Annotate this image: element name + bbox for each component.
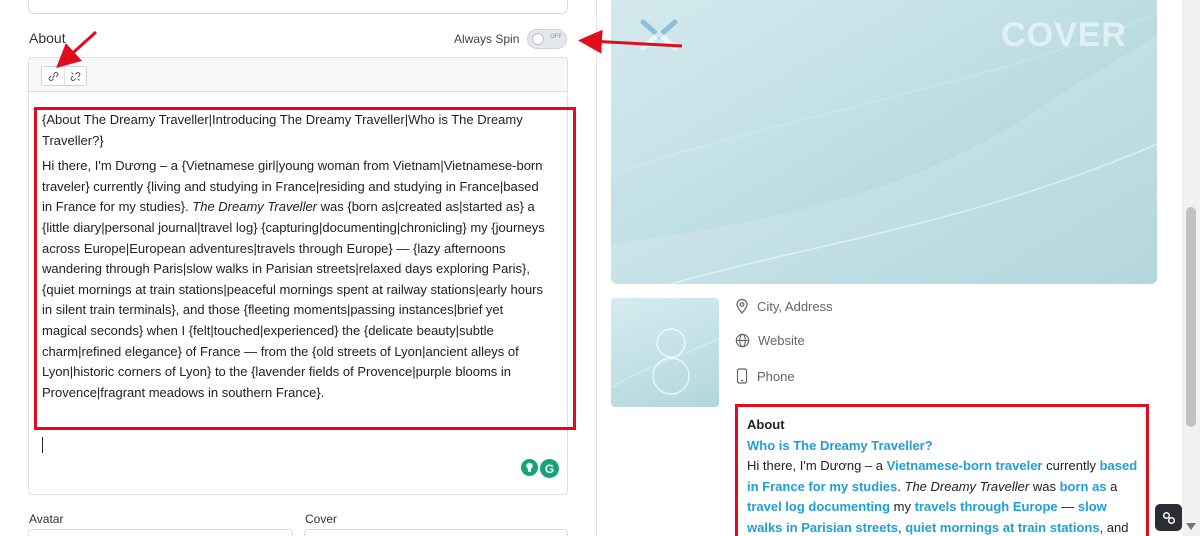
arrow-to-toolbar (56, 30, 98, 69)
link-icon (1162, 511, 1175, 524)
scroll-down-arrow-icon[interactable] (1186, 518, 1196, 536)
app-root: About Always Spin OFF {About The Dreamy … (0, 0, 1200, 536)
floating-link-button[interactable] (1155, 504, 1182, 531)
scrollbar-thumb[interactable] (1186, 207, 1196, 427)
annotation-arrows (56, 29, 683, 69)
arrow-to-toggle (578, 29, 683, 54)
